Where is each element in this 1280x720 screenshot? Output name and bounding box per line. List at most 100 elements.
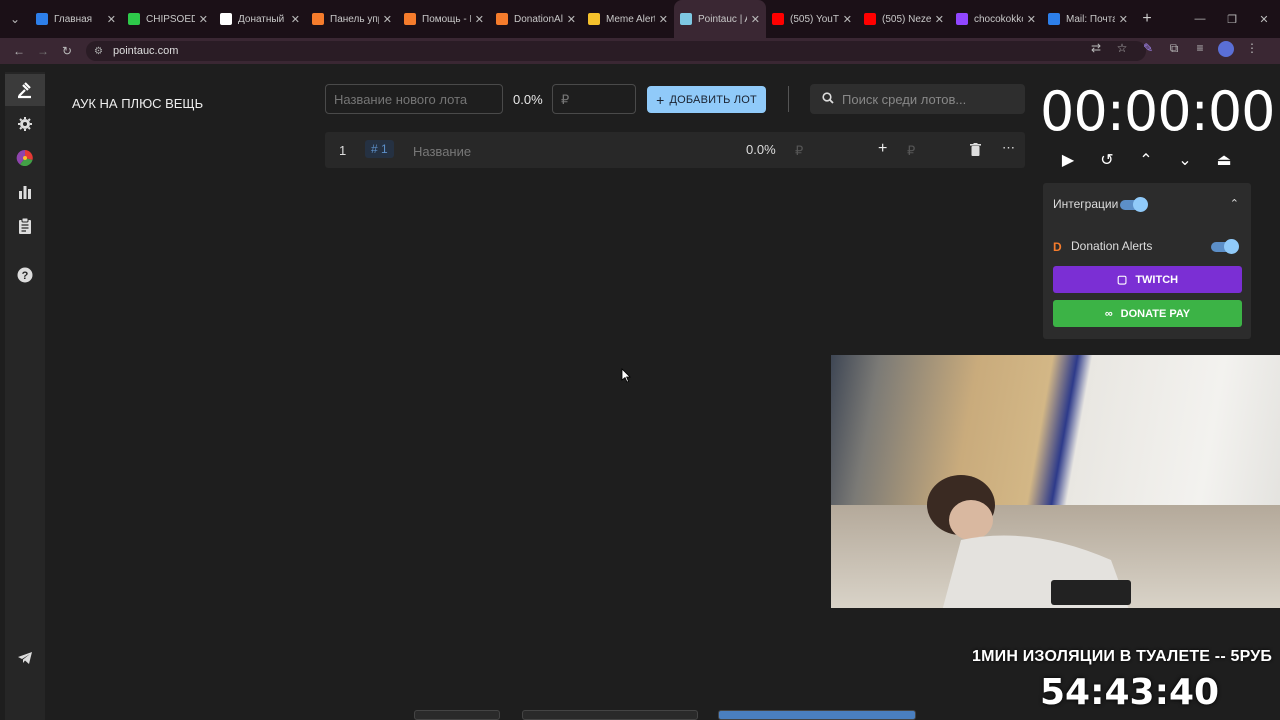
browser-menu-icon[interactable]: ⋮ — [1244, 41, 1260, 57]
tab-title: Pointauc | A — [698, 13, 747, 25]
tab-search-chevron-icon[interactable]: ⌄ — [0, 0, 30, 38]
tab-close-icon[interactable]: ✕ — [843, 13, 852, 26]
settings-gear-icon[interactable] — [5, 108, 45, 140]
close-window-icon[interactable]: ✕ — [1248, 0, 1280, 38]
collapse-chevron-icon[interactable]: ⌃ — [1230, 197, 1239, 210]
tab-favicon-icon — [680, 13, 692, 25]
lot-percent: 0.0% — [746, 142, 776, 157]
tab-close-icon[interactable]: ✕ — [291, 13, 300, 26]
tab-title: Донатный за — [238, 13, 287, 25]
browser-toolbar-icons: ⇄ ☆ ✎ ⧉ ≡ ⋮ — [1088, 41, 1260, 57]
tab-favicon-icon — [404, 13, 416, 25]
extension-pen-icon[interactable]: ✎ — [1140, 41, 1156, 57]
history-clipboard-icon[interactable] — [5, 210, 45, 242]
new-tab-button[interactable]: + — [1134, 10, 1160, 28]
browser-tab[interactable]: Meme Alerts ✕ — [582, 0, 674, 38]
browser-tab-bar: ⌄ Главная✕CHIPSOED15✕Донатный за✕Панель … — [0, 0, 1280, 38]
twitch-button[interactable]: ▢ TWITCH — [1053, 266, 1242, 293]
delete-lot-icon[interactable] — [970, 143, 981, 159]
new-lot-amount-input[interactable] — [552, 84, 636, 114]
minimize-icon[interactable]: — — [1184, 0, 1216, 38]
divider — [788, 86, 789, 112]
window-controls: — ❐ ✕ — [1184, 0, 1280, 38]
lot-id-badge[interactable]: # 1 — [365, 140, 394, 158]
lot-number: 1 — [339, 143, 347, 158]
tab-favicon-icon — [956, 13, 968, 25]
tab-close-icon[interactable]: ✕ — [1119, 13, 1128, 26]
telegram-icon[interactable] — [5, 642, 45, 674]
forward-icon[interactable]: → — [31, 44, 55, 58]
app-sidebar: ? — [5, 72, 45, 720]
add-lot-button[interactable]: + ДОБАВИТЬ ЛОТ — [647, 86, 766, 113]
browser-tab[interactable]: (505) YouTub ✕ — [766, 0, 858, 38]
maximize-icon[interactable]: ❐ — [1216, 0, 1248, 38]
lot-search-field[interactable]: Поиск среди лотов... — [810, 84, 1025, 114]
donation-alerts-label: Donation Alerts — [1071, 239, 1153, 253]
lot-add-amount-icon[interactable]: + — [878, 140, 887, 158]
donate-pay-button[interactable]: ∞ DONATE PAY — [1053, 300, 1242, 327]
statistics-chart-icon[interactable] — [5, 176, 45, 208]
extensions-icon[interactable]: ⧉ — [1166, 41, 1182, 57]
tab-favicon-icon — [36, 13, 48, 25]
tab-title: (505) YouTub — [790, 13, 839, 25]
tab-close-icon[interactable]: ✕ — [107, 13, 116, 26]
donation-alerts-toggle[interactable] — [1211, 239, 1239, 254]
tab-close-icon[interactable]: ✕ — [383, 13, 392, 26]
bottom-toolbar-group-3[interactable] — [718, 710, 916, 720]
browser-tab[interactable]: Mail: Почта ✕ — [1042, 0, 1134, 38]
integrations-title: Интеграции — [1053, 197, 1119, 211]
reload-icon[interactable]: ↻ — [55, 44, 79, 58]
browser-tab[interactable]: CHIPSOED15 ✕ — [122, 0, 214, 38]
integrations-toggle[interactable] — [1120, 197, 1148, 212]
back-icon[interactable]: ← — [7, 44, 31, 58]
tab-title: chocokokko — [974, 13, 1023, 25]
browser-tab[interactable]: (505) Nezer ✕ — [858, 0, 950, 38]
url-field[interactable]: ⚙ pointauc.com — [86, 41, 1146, 61]
eject-icon[interactable]: ⏏ — [1214, 150, 1234, 170]
svg-text:?: ? — [22, 270, 29, 282]
wheel-icon[interactable] — [5, 142, 45, 174]
mouse-cursor-icon — [621, 368, 631, 383]
tab-close-icon[interactable]: ✕ — [751, 13, 760, 26]
decrease-chevron-down-icon[interactable]: ⌄ — [1175, 150, 1195, 170]
browser-tab[interactable]: Донатный за ✕ — [214, 0, 306, 38]
bottom-toolbar-group-1[interactable] — [414, 710, 500, 720]
reading-list-icon[interactable]: ≡ — [1192, 41, 1208, 57]
browser-tab[interactable]: Pointauc | A ✕ — [674, 0, 766, 38]
site-info-icon[interactable]: ⚙ — [94, 46, 103, 57]
profile-avatar[interactable] — [1218, 41, 1234, 57]
auction-gavel-icon[interactable] — [5, 74, 45, 106]
bookmark-star-icon[interactable]: ☆ — [1114, 41, 1130, 57]
lot-amount-field[interactable]: ₽ — [795, 143, 803, 159]
webcam-person-image — [927, 475, 1131, 608]
bottom-toolbar-group-2[interactable] — [522, 710, 698, 720]
tab-favicon-icon — [864, 13, 876, 25]
lot-extra-amount-field[interactable]: ₽ — [907, 143, 915, 159]
tab-close-icon[interactable]: ✕ — [659, 13, 668, 26]
tab-favicon-icon — [220, 13, 232, 25]
browser-tab[interactable]: Панель упр ✕ — [306, 0, 398, 38]
tab-close-icon[interactable]: ✕ — [567, 13, 576, 26]
tab-title: DonationAl — [514, 13, 563, 25]
tab-close-icon[interactable]: ✕ — [1027, 13, 1036, 26]
play-icon[interactable]: ▶ — [1058, 150, 1078, 170]
tab-favicon-icon — [312, 13, 324, 25]
tab-title: Помощь - D — [422, 13, 471, 25]
translate-icon[interactable]: ⇄ — [1088, 41, 1104, 57]
new-lot-name-input[interactable] — [325, 84, 503, 114]
browser-tab[interactable]: chocokokko ✕ — [950, 0, 1042, 38]
tab-close-icon[interactable]: ✕ — [475, 13, 484, 26]
tab-favicon-icon — [128, 13, 140, 25]
tab-close-icon[interactable]: ✕ — [199, 13, 208, 26]
increase-chevron-up-icon[interactable]: ⌃ — [1136, 150, 1156, 170]
timer-controls: ▶ ↺ ⌃ ⌄ ⏏ — [1058, 150, 1234, 170]
help-question-icon[interactable]: ? — [5, 259, 45, 291]
tab-close-icon[interactable]: ✕ — [935, 13, 944, 26]
lot-name-field[interactable]: Название — [413, 144, 471, 159]
auction-title: АУК НА ПЛЮС ВЕЩЬ — [72, 96, 204, 111]
lot-more-icon[interactable]: ⋯ — [1002, 140, 1015, 156]
browser-tab[interactable]: DonationAl ✕ — [490, 0, 582, 38]
reset-icon[interactable]: ↺ — [1097, 150, 1117, 170]
browser-tab[interactable]: Главная ✕ — [30, 0, 122, 38]
browser-tab[interactable]: Помощь - D ✕ — [398, 0, 490, 38]
